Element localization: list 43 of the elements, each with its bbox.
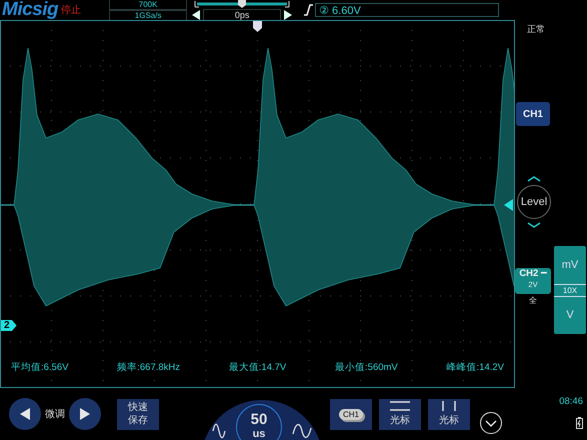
horizontal-offset[interactable]: 0ps (203, 8, 282, 20)
collapse-button[interactable] (480, 412, 502, 434)
fine-tune-label: 微调 (45, 408, 65, 421)
horizontal-lines-icon (390, 401, 410, 411)
measurement-readout: 峰峰值:14.2V (446, 361, 504, 374)
sample-rate[interactable]: 1GSa/s (109, 10, 188, 21)
position-bar-icon (194, 0, 290, 8)
cursor-button[interactable]: 光标 (428, 398, 470, 430)
trigger-mode: 正常 (527, 23, 545, 36)
chevron-down-icon (485, 420, 497, 426)
battery-icon (576, 417, 583, 429)
trigger-level[interactable]: ② 6.60V (315, 3, 500, 17)
chevron-down-icon[interactable] (527, 222, 541, 228)
right-arrow-icon (79, 407, 91, 421)
chevron-up-icon[interactable] (527, 176, 541, 182)
measurement-readout: 最大值:14.7V (228, 361, 286, 374)
clock: 08:46 (559, 396, 583, 407)
right-arrow-icon[interactable] (283, 8, 294, 20)
bandwidth-label: 全 (529, 295, 537, 306)
left-arrow-icon (19, 407, 31, 421)
cursor-button[interactable]: 光标 (379, 398, 421, 430)
quick-save-button[interactable]: 快速保存 (117, 398, 159, 430)
probe-ratio[interactable]: 10X (554, 284, 586, 296)
timebase-value[interactable]: 50 us (236, 404, 282, 440)
run-state: 停止 (61, 4, 82, 17)
sine-wave-icon[interactable] (212, 422, 226, 440)
sine-wave-icon[interactable] (292, 422, 312, 440)
level-knob[interactable]: Level (517, 185, 551, 219)
rising-edge-icon (303, 4, 314, 16)
previous-button[interactable] (9, 398, 41, 430)
brand-logo: Micsig (2, 0, 58, 21)
trigger-level-arrow-icon[interactable] (504, 199, 513, 211)
channel-select-button[interactable]: CH1 (330, 398, 372, 430)
channel-chip: CH1 (338, 408, 363, 420)
measurement-readout: 平均值:6.56V (11, 361, 68, 374)
memory-depth[interactable]: 700K (109, 0, 188, 10)
measurement-readout: 最小值:560mV (335, 361, 398, 374)
ch1-button[interactable]: CH1 (516, 102, 550, 126)
channel-marker[interactable]: 2 (1, 320, 17, 331)
next-button[interactable] (69, 398, 101, 430)
left-arrow-icon[interactable] (191, 8, 202, 20)
measurement-readout: 频率:667.8kHz (117, 361, 180, 374)
trigger-position-marker-icon (253, 21, 262, 32)
